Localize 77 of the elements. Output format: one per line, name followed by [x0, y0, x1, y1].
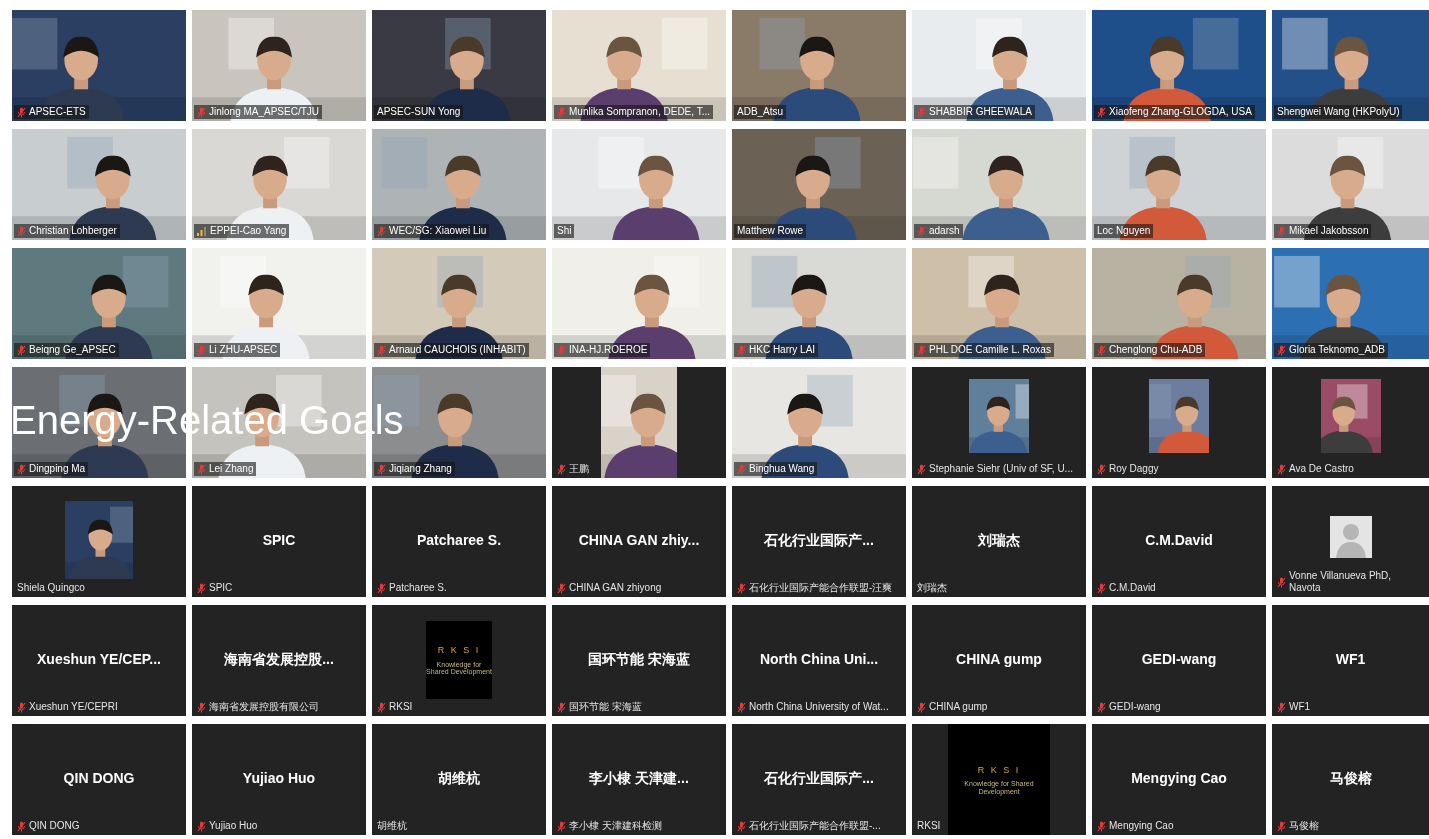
participant-name: Jiqiang Zhang	[389, 463, 452, 475]
participant-name: Binghua Wang	[749, 463, 815, 475]
participant-name: Matthew Rowe	[737, 225, 804, 237]
participant-name: Li ZHU-APSEC	[209, 344, 278, 356]
participant-name: GEDI-wang	[1109, 701, 1161, 713]
participant-name: 石化行业国际产能合作联盟-汪爽	[749, 582, 893, 594]
display-name: 海南省发展控股...	[224, 650, 334, 669]
display-name: WF1	[1335, 650, 1366, 669]
display-name: QIN DONG	[63, 769, 135, 788]
participant-name: Shiela Quingco	[17, 582, 85, 594]
participant-name: Mikael Jakobsson	[1289, 225, 1369, 237]
display-name: 李小棣 天津建...	[589, 769, 689, 788]
participant-name: WEC/SG: Xiaowei Liu	[389, 225, 487, 237]
participant-name: Jinlong MA_APSEC/TJU	[209, 106, 320, 118]
display-name: Yujiao Huo	[242, 769, 316, 788]
participant-name: Chenglong Chu-ADB	[1109, 344, 1203, 356]
participant-name: ADB_Atsu	[737, 106, 784, 118]
participant-name: adarsh	[929, 225, 960, 237]
participant-name: SHABBIR GHEEWALA	[929, 106, 1032, 118]
display-name: North China Uni...	[759, 650, 879, 669]
participant-name: 胡维杭	[377, 820, 407, 832]
participant-name: RKSI	[389, 701, 413, 713]
participant-name: CHINA GAN zhiyong	[569, 582, 662, 594]
display-name: 胡维杭	[438, 769, 480, 788]
participant-name: RKSI	[917, 820, 941, 832]
participant-name: North China University of Wat...	[749, 701, 889, 713]
participant-name: Xueshun YE/CEPRI	[29, 701, 118, 713]
participant-name: 刘瑞杰	[917, 582, 947, 594]
participant-name: Arnaud CAUCHOIS (INHABIT)	[389, 344, 526, 356]
participant-name: Gloria Teknomo_ADB	[1289, 344, 1385, 356]
display-name: 刘瑞杰	[978, 531, 1020, 550]
participant-name: Shi	[557, 225, 572, 237]
participant-name: PHL DOE Camille L. Roxas	[929, 344, 1051, 356]
participant-name: Yujiao Huo	[209, 820, 258, 832]
avatar-icon	[1329, 516, 1372, 558]
display-name: C.M.David	[1145, 531, 1213, 550]
participant-name: 海南省发展控股有限公司	[209, 701, 319, 713]
display-name: CHINA GAN zhiy...	[578, 531, 700, 550]
display-name: 马俊榕	[1329, 769, 1372, 788]
display-name: Patcharee S.	[416, 531, 502, 550]
participant-name: Roy Daggy	[1109, 463, 1159, 475]
participant-name: 石化行业国际产能合作联盟-...	[749, 820, 881, 832]
display-name: 石化行业国际产...	[764, 769, 874, 788]
participant-name: 李小棣 天津建科检测	[569, 820, 662, 832]
display-name: Mengying Cao	[1131, 769, 1227, 788]
participant-name: 国环节能 宋海蓝	[569, 701, 642, 713]
participant-name: INA-HJ.ROEROE	[569, 344, 648, 356]
participant-name: Xiaofeng Zhang-GLOGDA, USA	[1109, 106, 1252, 118]
participant-name: Vonne Villanueva PhD, Navota	[1289, 570, 1393, 594]
participant-name: Munlika Sompranon, DEDE, T...	[569, 106, 710, 118]
participant-name: HKC Harry LAI	[749, 344, 816, 356]
participant-name: APSEC-SUN Yong	[377, 106, 461, 118]
participant-name: Beiqng Ge_APSEC	[29, 344, 116, 356]
participant-name: WF1	[1289, 701, 1311, 713]
display-name: CHINA gump	[956, 650, 1042, 669]
participant-name: 王鹏	[569, 463, 589, 475]
participant-name: Shengwei Wang (HKPolyU)	[1277, 106, 1400, 118]
display-name: SPIC	[262, 531, 296, 550]
participant-name: Stephanie Siehr (Univ of SF, U...	[929, 463, 1073, 475]
display-name: Xueshun YE/CEP...	[37, 650, 161, 669]
participant-name: SPIC	[209, 582, 233, 594]
participant-name: Patcharee S.	[389, 582, 447, 594]
participant-name: 马俊榕	[1289, 820, 1319, 832]
participant-name: C.M.David	[1109, 582, 1156, 594]
participant-name: QIN DONG	[29, 820, 80, 832]
participant-name: Mengying Cao	[1109, 820, 1174, 832]
participant-name: Lei Zhang	[209, 463, 254, 475]
participant-name: Ava De Castro	[1289, 463, 1354, 475]
display-name: 石化行业国际产...	[764, 531, 874, 550]
participant-name: Christian Lohberger	[29, 225, 117, 237]
participant-name: CHINA gump	[929, 701, 988, 713]
participant-name: Loc Nguyen	[1097, 225, 1151, 237]
display-name: GEDI-wang	[1141, 650, 1217, 669]
participant-name: APSEC-ETS	[29, 106, 86, 118]
display-name: 国环节能 宋海蓝	[588, 650, 690, 669]
participant-name: Dingping Ma	[29, 463, 86, 475]
participant-name: EPPEI-Cao Yang	[210, 225, 287, 237]
